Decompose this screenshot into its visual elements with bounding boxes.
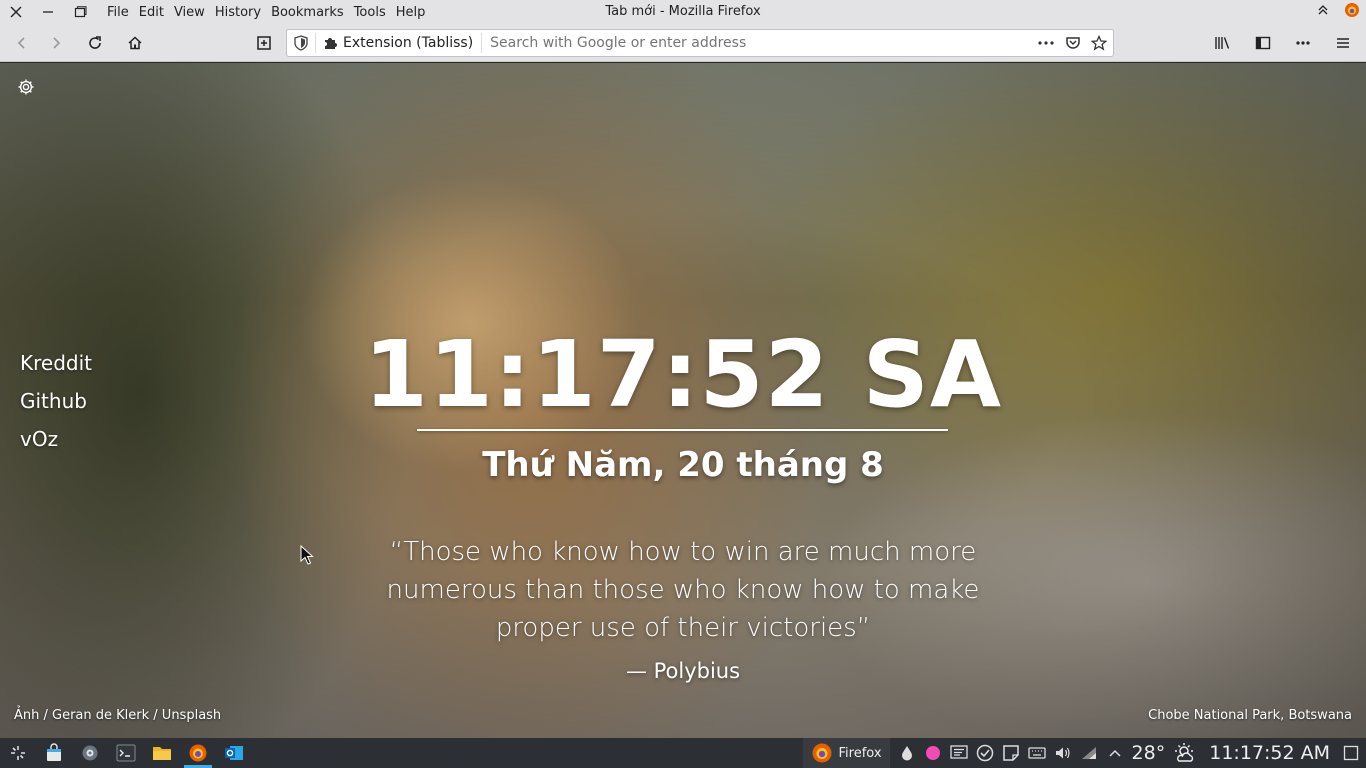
clock-time: 11:17:52 SA: [363, 321, 1003, 428]
weather-temperature[interactable]: 28°: [1132, 742, 1166, 764]
sticky-note-tray[interactable]: [1002, 744, 1020, 762]
extension-label: Extension (Tabliss): [343, 35, 474, 51]
library-icon: [1215, 37, 1230, 49]
taskbar-firefox[interactable]: [180, 738, 216, 768]
taskbar-files[interactable]: [144, 738, 180, 768]
folder-icon: [153, 747, 171, 760]
extension-identity[interactable]: Extension (Tabliss): [315, 33, 483, 53]
reload-button[interactable]: [81, 29, 109, 57]
shield-icon: [294, 35, 308, 51]
discover-icon: [976, 744, 993, 762]
show-desktop-button[interactable]: [1342, 744, 1360, 762]
restore-button[interactable]: [64, 0, 96, 24]
new-tab-button[interactable]: [250, 29, 278, 57]
menu-view[interactable]: View: [169, 5, 210, 20]
show-desktop-icon: [1343, 745, 1359, 761]
hamburger-menu-button[interactable]: [1329, 29, 1357, 57]
menu-file[interactable]: File: [102, 5, 134, 20]
wifi-icon: [1081, 747, 1096, 759]
navigation-toolbar: Extension (Tabliss): [0, 24, 1366, 62]
minimize-icon: [43, 11, 53, 13]
color-picker-tray[interactable]: [898, 744, 916, 762]
home-button[interactable]: [121, 29, 149, 57]
keyboard-icon: [1027, 747, 1046, 759]
page-actions-icon[interactable]: [1037, 35, 1055, 51]
weather-tray[interactable]: [1173, 743, 1197, 762]
firefox-task-icon: [812, 743, 832, 763]
menu-bookmarks[interactable]: Bookmarks: [266, 5, 349, 20]
sidebar-icon: [1255, 36, 1271, 50]
taskbar-settings[interactable]: [72, 738, 108, 768]
arrow-left-icon: [17, 37, 25, 49]
sidebar-toggle-button[interactable]: [1249, 29, 1277, 57]
clock-date: Thứ Năm, 20 tháng 8: [482, 445, 884, 485]
minimize-button[interactable]: [32, 0, 64, 24]
title-bar: File Edit View History Bookmarks Tools H…: [0, 0, 1366, 24]
photo-credit[interactable]: Ảnh / Geran de Klerk / Unsplash: [14, 708, 221, 723]
taskbar-outlook[interactable]: [216, 738, 252, 768]
library-button[interactable]: [1209, 29, 1237, 57]
pocket-icon[interactable]: [1065, 35, 1081, 51]
quote-author: — Polybius: [625, 659, 741, 683]
url-input[interactable]: [482, 35, 1037, 51]
firefox-icon: [189, 744, 207, 762]
settings-button[interactable]: [16, 77, 36, 97]
notes-icon: [949, 745, 968, 759]
sticky-note-icon: [1002, 745, 1019, 761]
hamburger-icon: [1337, 38, 1349, 48]
close-window-button[interactable]: [0, 0, 32, 24]
menu-edit[interactable]: Edit: [134, 5, 169, 20]
tabliss-new-tab-page: Kreddit Github vOz 11:17:52 SA Thứ Năm, …: [0, 63, 1366, 738]
clock-divider: [417, 429, 948, 431]
address-bar[interactable]: Extension (Tabliss): [286, 29, 1114, 57]
speaker-icon: [1055, 747, 1070, 759]
taskbar: Firefox 28° 11:17:52 AM: [0, 738, 1366, 768]
store-bag-icon: [47, 743, 61, 761]
terminal-icon: [116, 744, 136, 762]
mouse-cursor-icon: [300, 545, 314, 565]
launcher-icon: [11, 746, 25, 760]
taskbar-task-firefox[interactable]: Firefox: [802, 738, 890, 768]
puzzle-piece-icon: [325, 38, 337, 49]
color-indicator-tray[interactable]: [924, 744, 942, 762]
task-label: Firefox: [838, 745, 882, 761]
tray-expander[interactable]: [1106, 744, 1124, 762]
tracking-protection-button[interactable]: [287, 35, 315, 51]
restore-icon: [74, 6, 87, 18]
firefox-logo-icon: [1345, 3, 1359, 17]
quote-text: “Those who know how to win are much more…: [386, 537, 980, 643]
menu-history[interactable]: History: [210, 5, 266, 20]
more-icon: [1296, 41, 1310, 45]
star-bookmark-icon[interactable]: [1091, 35, 1107, 51]
gear-icon: [18, 79, 34, 95]
notifications-tray[interactable]: [949, 744, 968, 762]
menu-help[interactable]: Help: [391, 5, 431, 20]
close-icon: [10, 6, 22, 18]
new-tab-icon: [257, 36, 271, 50]
keyboard-tray[interactable]: [1027, 744, 1046, 762]
chevron-up-double-icon[interactable]: [1316, 3, 1330, 17]
chevron-up-icon: [1109, 749, 1121, 757]
forward-button[interactable]: [42, 29, 70, 57]
partly-cloudy-icon: [1175, 743, 1194, 762]
volume-tray[interactable]: [1054, 744, 1072, 762]
taskbar-store[interactable]: [36, 738, 72, 768]
home-icon: [128, 36, 142, 50]
update-tray[interactable]: [976, 744, 994, 762]
mail-app-icon: [225, 746, 243, 760]
menu-tools[interactable]: Tools: [349, 5, 391, 20]
back-button[interactable]: [8, 29, 36, 57]
network-tray[interactable]: [1080, 744, 1098, 762]
arrow-right-icon: [53, 37, 61, 49]
application-launcher[interactable]: [0, 738, 36, 768]
menu-bar: File Edit View History Bookmarks Tools H…: [102, 5, 430, 20]
taskbar-clock[interactable]: 11:17:52 AM: [1205, 742, 1334, 764]
overflow-menu-button[interactable]: [1289, 29, 1317, 57]
system-settings-icon: [82, 745, 98, 761]
reload-icon: [89, 36, 101, 49]
photo-location: Chobe National Park, Botswana: [1148, 708, 1352, 723]
droplet-icon: [901, 746, 912, 761]
pink-circle-icon: [925, 746, 940, 760]
taskbar-terminal[interactable]: [108, 738, 144, 768]
